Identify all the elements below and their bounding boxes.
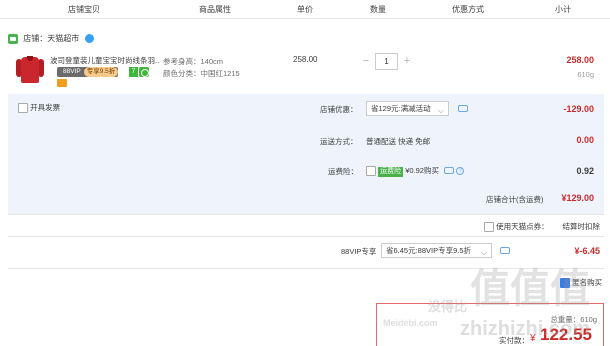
shipping-amount: 0.00 <box>576 135 594 145</box>
comment-icon[interactable] <box>458 105 468 112</box>
shipping-label: 运送方式： <box>320 137 358 146</box>
insurance-label: 运费险： <box>328 167 358 176</box>
card-icon <box>57 79 67 87</box>
chat-icon[interactable] <box>85 34 95 44</box>
shop-label[interactable]: 店铺：天猫超市 <box>23 34 79 43</box>
item-subtotal: 258.00 <box>566 55 594 65</box>
cart-header: 店铺宝贝 商品属性 单价 数量 优惠方式 小计 <box>0 0 610 19</box>
vip88-label: 88VIP专享 <box>341 247 377 256</box>
watermark-cn: 没得比 <box>428 299 468 314</box>
insurance-tag: 运费险 <box>378 167 404 177</box>
cart-item: 波司登童装儿童宝宝时尚线条羽... 88VIP 专享9.5折 7 参考身高：140… <box>8 47 604 93</box>
tmall-coupon-label: 使用天猫点券： <box>496 222 549 231</box>
quantity-stepper: − 1 + <box>358 53 415 70</box>
divider <box>8 214 604 215</box>
help-icon[interactable]: ? <box>456 167 465 176</box>
seven-day-return-icon: 7 <box>129 67 138 77</box>
col-qty: 数量 <box>370 5 386 14</box>
comment-icon[interactable] <box>444 167 455 174</box>
invoice-checkbox[interactable] <box>18 103 28 114</box>
vip88-amount: ¥-6.45 <box>574 246 600 256</box>
shop-total-label: 店铺合计(含运费) <box>486 195 544 204</box>
qty-plus-button[interactable]: + <box>399 53 415 70</box>
product-title[interactable]: 波司登童装儿童宝宝时尚线条羽... <box>50 55 160 66</box>
tmall-coupon-option: 使用天猫点券： <box>484 221 549 233</box>
order-options-panel: 开具发票 店铺优惠： 省129元:满减活动 ⌵ -129.00 运送方式： 普通配… <box>8 94 604 214</box>
insurance-amount: 0.92 <box>576 166 594 176</box>
invoice-option: 开具发票 <box>18 102 61 114</box>
watermark-text: Meidebi.com <box>383 318 438 328</box>
tmall-coupon-note: 结算时扣除 <box>562 222 601 231</box>
invoice-label: 开具发票 <box>30 103 61 112</box>
insurance-option: 运费险 ¥0.92购买 ? <box>366 165 465 177</box>
col-item: 店铺宝贝 <box>68 5 100 14</box>
col-subtotal: 小计 <box>555 5 571 14</box>
insurance-checkbox[interactable] <box>366 166 376 177</box>
shop-discount-label: 店铺优惠： <box>320 105 358 114</box>
prop-height: 参考身高：140cm <box>163 57 224 66</box>
watermark-logo: 值值值 <box>470 267 590 311</box>
qty-minus-button[interactable]: − <box>358 53 374 70</box>
col-discount: 优惠方式 <box>452 5 484 14</box>
shop-discount-select[interactable]: 省129元:满减活动 ⌵ <box>366 101 449 116</box>
shop-row: 店铺：天猫超市 <box>8 33 95 44</box>
unit-price: 258.00 <box>293 55 318 64</box>
insurance-value: ¥0.92购买 <box>405 166 439 175</box>
vip-badge: 88VIP 专享9.5折 <box>57 67 118 77</box>
col-props: 商品属性 <box>199 5 231 14</box>
shop-icon <box>8 33 18 44</box>
shop-total-amount: ¥129.00 <box>561 193 594 203</box>
watermark-site: zhizhizhi.com <box>460 318 590 340</box>
prop-color: 颜色分类：中国红1215 <box>163 69 240 78</box>
tmall-coupon-checkbox[interactable] <box>484 222 494 233</box>
qty-input[interactable]: 1 <box>375 53 398 70</box>
product-image[interactable] <box>13 54 47 88</box>
comment-icon[interactable] <box>500 247 510 254</box>
vip-discount: 专享9.5折 <box>83 67 118 77</box>
divider <box>8 236 604 237</box>
service-icon <box>139 67 149 77</box>
item-weight: 610g <box>577 70 594 79</box>
shipping-value: 普通配送 快递 免邮 <box>366 137 431 146</box>
chevron-down-icon: ⌵ <box>437 106 444 115</box>
col-price: 单价 <box>297 5 313 14</box>
shop-discount-amount: -129.00 <box>563 104 594 114</box>
